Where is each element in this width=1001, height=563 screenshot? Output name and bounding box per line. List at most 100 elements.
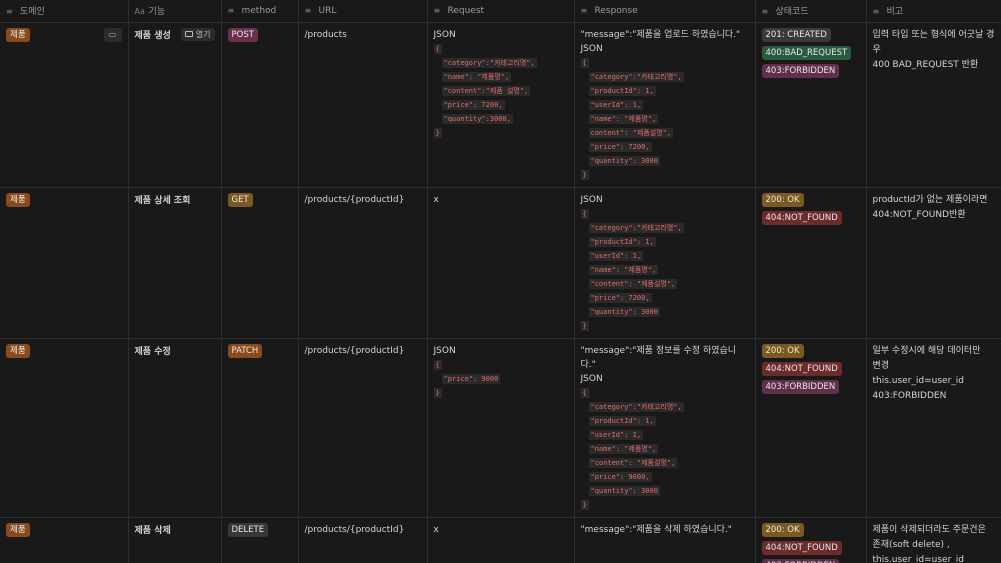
memo-line: 403:FORBIDDEN [872, 390, 947, 401]
code-line: "content": "제품설명", [581, 277, 749, 291]
status-tag: 200: OK [761, 522, 804, 537]
code-text: "userId": 1, [588, 99, 644, 110]
cell-domain[interactable]: 제품 [0, 517, 129, 563]
code-line: "userId": 1, [581, 98, 749, 112]
cell-feature[interactable]: 제품 수정 [128, 338, 222, 518]
cell-method[interactable]: DELETE [221, 517, 299, 563]
code-line: { [580, 207, 749, 221]
cell-method[interactable]: GET [221, 187, 299, 339]
code-text: "quantity":3000, [441, 113, 513, 124]
code-line: { [580, 386, 749, 400]
json-code-block: {"category":"카테고리명", "productId": 1, "user… [580, 386, 749, 512]
response-format: JSON [580, 373, 603, 384]
cell-memo[interactable]: 제품이 삭제되더라도 주문건은 존재(soft delete) , this.use… [866, 517, 1001, 563]
code-text: "productId": 1, [588, 415, 656, 426]
cell-memo[interactable]: productId가 없는 제품이라면 404:NOT_FOUND반환 [866, 187, 1001, 339]
cell-memo[interactable]: 입력 타입 또는 형식에 어긋날 경우 400 BAD_REQUEST 반환 [866, 22, 1001, 188]
open-page-button[interactable]: 열기 [180, 27, 215, 41]
code-text: } [580, 169, 589, 180]
response-message: "message":"제품을 업로드 하였습니다." [580, 29, 741, 40]
cell-url[interactable]: /products/{productId} [298, 517, 428, 563]
cell-status[interactable]: 200: OK 404:NOT_FOUND [755, 187, 867, 339]
code-line: "productId": 1, [581, 84, 749, 98]
json-code-block: {"category":"카테고리명", "name": "제품명", "conte… [433, 42, 568, 140]
cell-feature[interactable]: 제품 삭제 [128, 517, 222, 563]
column-header-memo[interactable]: ≡ 비고 [866, 0, 1001, 23]
code-text: "quantity": 3000 [588, 306, 660, 317]
code-line: "productId": 1, [581, 235, 749, 249]
cell-request[interactable]: x [427, 517, 575, 563]
code-line: "price": 7200, [434, 98, 568, 112]
code-text: "quantity": 3000 [588, 155, 660, 166]
table-row[interactable]: 제품 제품 수정 PATCH/products/{productId} JSON {"p… [0, 338, 1001, 518]
status-tag: 404:NOT_FOUND [761, 540, 842, 555]
column-header-feature[interactable]: Aa 기능 [128, 0, 222, 23]
column-header-label: 비고 [886, 7, 904, 18]
column-header-request[interactable]: ≡ Request [427, 0, 575, 23]
list-property-icon: ≡ [580, 5, 588, 15]
url-text: /products/{productId} [304, 194, 405, 205]
cell-domain[interactable]: 제품 [0, 187, 129, 339]
cell-feature[interactable]: 제품 생성 열기 [128, 22, 222, 188]
code-text: "content": "제품설명", [588, 457, 678, 468]
cell-response[interactable]: "message":"제품을 삭제 하였습니다." [574, 517, 756, 563]
code-text: "quantity": 3000 [588, 485, 660, 496]
column-header-label: URL [318, 5, 337, 16]
code-text: "category":"카테고리명", [588, 222, 684, 233]
list-property-icon: ≡ [304, 5, 312, 15]
response-message: "message":"제품을 삭제 하였습니다." [580, 524, 732, 535]
cell-feature[interactable]: 제품 상세 조회 [128, 187, 222, 339]
code-text: } [433, 127, 442, 138]
cell-url[interactable]: /products/{productId} [298, 338, 428, 518]
cell-status[interactable]: 200: OK 404:NOT_FOUND 403:FORBIDDEN [755, 338, 867, 518]
comment-icon[interactable]: ▭ [103, 27, 122, 42]
cell-response[interactable]: "message":"제품 정보를 수정 하였습니다." JSON {"catego… [574, 338, 756, 518]
table-row[interactable]: 제품 제품 삭제 DELETE/products/{productId} x "mess… [0, 517, 1001, 563]
response-message: JSON [580, 194, 603, 205]
code-line: } [580, 319, 749, 333]
api-spec-table: ≡ 도메인 Aa 기능 ≡ method ≡ URL ≡ Request ≡ Response ≡ 상태코… [0, 0, 1001, 563]
domain-tag: 제품 [6, 343, 30, 358]
column-header-method[interactable]: ≡ method [221, 0, 299, 23]
feature-row: 제품 삭제 [135, 523, 215, 536]
status-tag-wrap: 200: OK [761, 192, 860, 211]
column-header-url[interactable]: ≡ URL [298, 0, 428, 23]
code-line: "quantity":3000, [434, 112, 568, 126]
cell-domain[interactable]: 제품 [0, 338, 129, 518]
cell-status[interactable]: 200: OK 404:NOT_FOUND 403:FORBIDDEN [755, 517, 867, 563]
code-text: "price": 7200, [588, 141, 652, 152]
cell-url[interactable]: /products [298, 22, 428, 188]
code-line: "price": 7200, [581, 291, 749, 305]
column-header-status[interactable]: ≡ 상태코드 [755, 0, 867, 23]
cell-method[interactable]: POST [221, 22, 299, 188]
cell-method[interactable]: PATCH [221, 338, 299, 518]
domain-tag: 제품 [6, 27, 30, 42]
status-tag: 403:FORBIDDEN [761, 558, 840, 563]
list-property-icon: ≡ [761, 7, 769, 17]
json-code-block: {"price": 9000} [433, 358, 568, 400]
memo-line: 제품이 삭제되더라도 주문건은 [872, 524, 986, 535]
cell-response[interactable]: "message":"제품을 업로드 하였습니다." JSON {"category… [574, 22, 756, 188]
code-text: { [580, 387, 589, 398]
memo-line: productId가 없는 제품이라면 [872, 194, 988, 205]
column-header-domain[interactable]: ≡ 도메인 [0, 0, 129, 23]
cell-response[interactable]: JSON { "category":"카테고리명", "productId": 1, "… [574, 187, 756, 339]
status-tag-wrap: 404:NOT_FOUND [761, 361, 860, 380]
status-tag-wrap: 404:NOT_FOUND [761, 210, 860, 229]
code-line: } [433, 386, 568, 400]
cell-request[interactable]: x [427, 187, 575, 339]
cell-memo[interactable]: 일부 수정시에 해당 데이터만 변경 this.user_id=user_id 403… [866, 338, 1001, 518]
cell-domain[interactable]: 제품 ▭ [0, 22, 129, 188]
open-page-icon [184, 31, 193, 37]
code-text: { [580, 208, 589, 219]
cell-status[interactable]: 201: CREATED 400:BAD_REQUEST 403:FORBIDDEN [755, 22, 867, 188]
text-property-icon: Aa [134, 7, 145, 17]
code-line: "price": 7200, [581, 140, 749, 154]
table-row[interactable]: 제품 제품 상세 조회 GET/products/{productId} x JSON {… [0, 187, 1001, 339]
cell-url[interactable]: /products/{productId} [298, 187, 428, 339]
cell-request[interactable]: JSON {"price": 9000} [427, 338, 575, 518]
cell-request[interactable]: JSON {"category":"카테고리명", "name": "제품명", "c… [427, 22, 575, 188]
column-header-response[interactable]: ≡ Response [574, 0, 756, 23]
table-row[interactable]: 제품 ▭ 제품 생성 열기 POST/products JSON {"category":"… [0, 22, 1001, 188]
status-tag-wrap: 200: OK [761, 343, 860, 362]
